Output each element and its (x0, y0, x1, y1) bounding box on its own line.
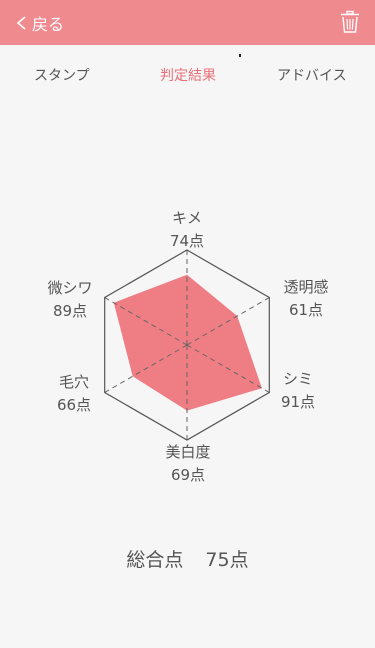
total-value: 75点 (205, 549, 249, 571)
radar-label-keana: 毛穴 66点 (52, 371, 96, 417)
radar-value-area (113, 274, 262, 411)
back-label: 戻る (32, 15, 65, 34)
axis-score: 61点 (288, 301, 324, 319)
radar-label-toumeikan: 透明感 61点 (278, 276, 334, 322)
tab-advice[interactable]: アドバイス (277, 65, 347, 85)
radar-label-kime: キメ 74点 (162, 207, 212, 253)
radar-chart: キメ 74点 透明感 61点 シミ 91点 美白度 69点 毛穴 66点 微シワ… (0, 195, 375, 495)
app-header: 戻る (0, 0, 375, 45)
tab-result[interactable]: 判定結果 (160, 65, 216, 85)
axis-score: 69点 (170, 466, 206, 484)
chevron-left-icon (16, 16, 26, 30)
axis-score: 74点 (169, 232, 205, 250)
radar-label-shimi: シミ 91点 (276, 368, 320, 414)
back-button[interactable]: 戻る (14, 9, 64, 37)
tab-bar: スタンプ 判定結果 アドバイス (0, 56, 375, 92)
axis-score: 89点 (52, 302, 88, 320)
radar-label-bishiwa: 微シワ 89点 (42, 277, 98, 323)
tab-stamp[interactable]: スタンプ (34, 65, 90, 85)
axis-name: 微シワ (47, 279, 93, 297)
total-label: 総合点 (126, 549, 184, 571)
axis-name: シミ (282, 370, 313, 388)
axis-name: 美白度 (165, 443, 211, 461)
axis-name: キメ (171, 209, 202, 227)
total-score: 総合点 75点 (0, 545, 375, 572)
axis-score: 66点 (56, 396, 92, 414)
trash-icon[interactable] (339, 10, 361, 34)
axis-name: 透明感 (283, 278, 329, 296)
radar-label-bihakudo: 美白度 69点 (160, 441, 216, 487)
axis-score: 91点 (280, 393, 316, 411)
axis-name: 毛穴 (58, 373, 89, 391)
